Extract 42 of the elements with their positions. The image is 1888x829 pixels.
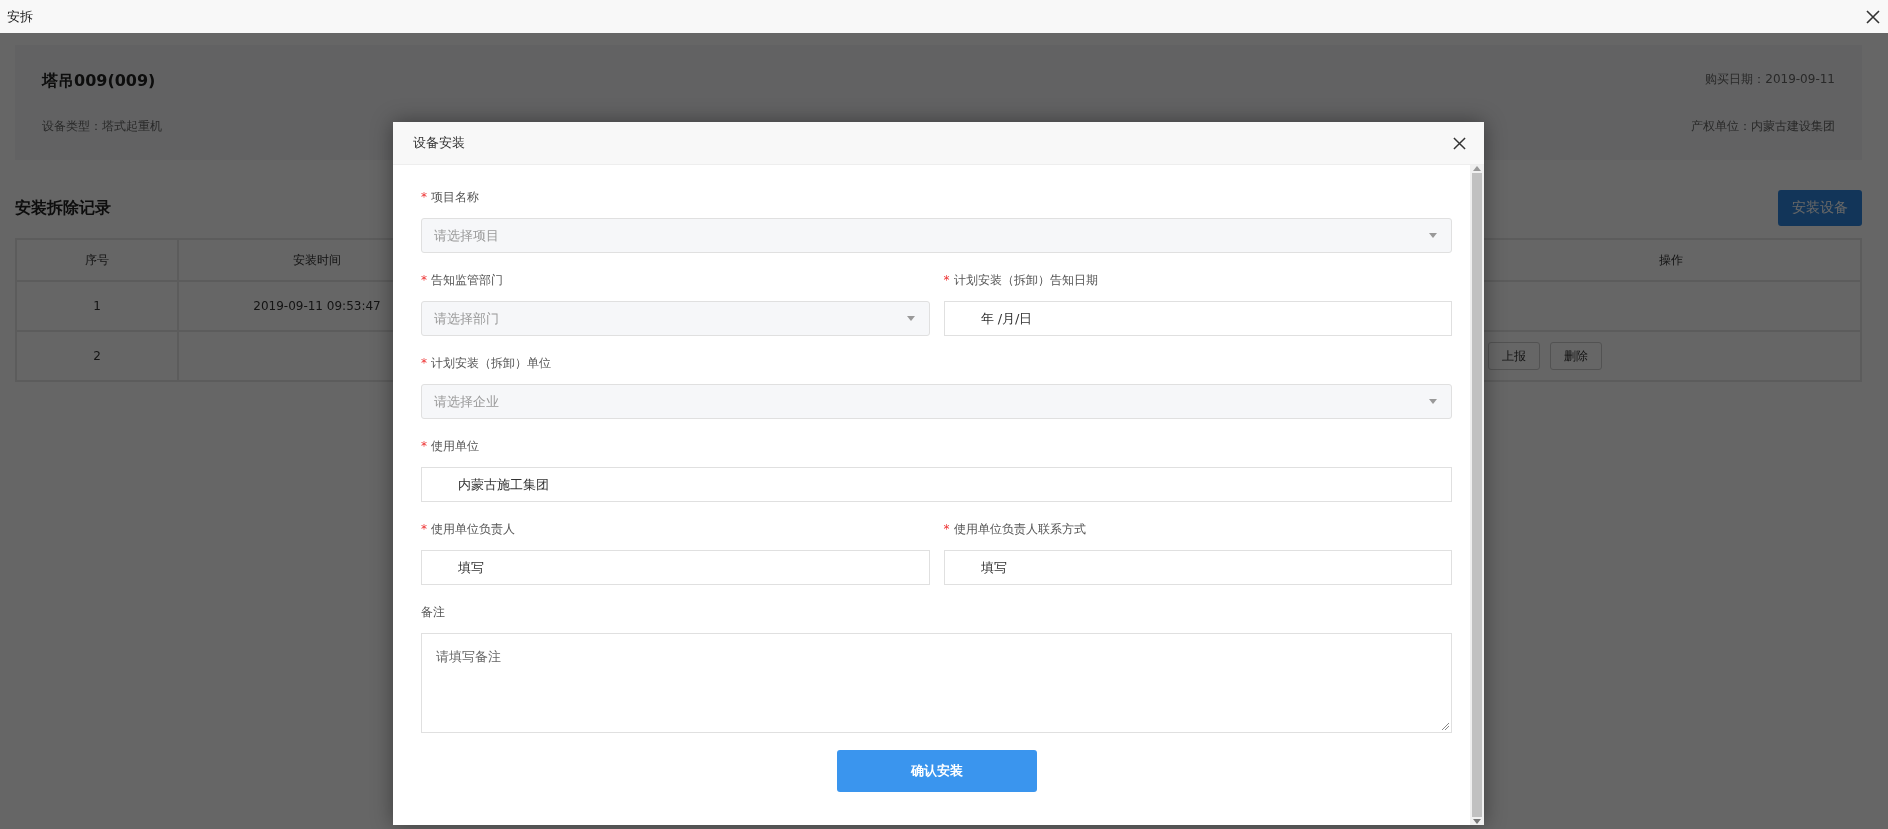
required-mark: * (943, 522, 950, 536)
equipment-name: 塔吊009(009) (42, 70, 157, 92)
field-label: * 项目名称 (421, 188, 480, 206)
field-label: * 使用单位负责人 (421, 520, 516, 538)
window-title: 安拆 (7, 7, 33, 26)
install-button[interactable]: 安装设备 (1778, 190, 1862, 226)
required-mark: * (943, 273, 950, 287)
caret-down-icon (906, 316, 915, 321)
select-field[interactable]: 请选择部门 (421, 301, 930, 336)
close-icon[interactable] (1864, 7, 1882, 26)
scrollbar[interactable] (1470, 165, 1484, 825)
input-field[interactable]: 填写 (943, 550, 1452, 585)
select-field[interactable]: 请选择项目 (421, 218, 1452, 253)
required-mark: * (421, 190, 427, 204)
close-icon[interactable] (1450, 134, 1468, 152)
resize-handle-icon[interactable] (1442, 723, 1449, 730)
required-mark: * (421, 356, 427, 370)
dialog-title: 设备安装 (413, 134, 465, 152)
table-cell: 1 (16, 281, 178, 331)
table-cell: 2 (16, 331, 178, 381)
field-label: * 计划安装（拆卸）告知日期 (943, 271, 1099, 289)
column-header: 操作 (1481, 239, 1861, 281)
required-mark: * (421, 439, 427, 453)
input-field[interactable]: 内蒙古施工集团 (421, 467, 1452, 502)
date-field[interactable]: 年 /月/日 (943, 301, 1452, 336)
select-field[interactable]: 请选择企业 (421, 384, 1452, 419)
input-field[interactable]: 填写 (421, 550, 930, 585)
field-label: * 计划安装（拆卸）单位 (421, 354, 552, 372)
scroll-up-arrow-icon[interactable] (1473, 165, 1481, 171)
field-label: 备注 (421, 603, 446, 621)
required-mark: * (421, 522, 427, 536)
action-button[interactable]: 删除 (1550, 342, 1602, 370)
action-button[interactable]: 上报 (1488, 342, 1540, 370)
caret-down-icon (1429, 233, 1437, 238)
column-header: 序号 (16, 239, 178, 281)
caret-down-icon (1429, 399, 1437, 404)
textarea-field[interactable]: 请填写备注 (421, 633, 1452, 733)
scroll-down-arrow-icon[interactable] (1473, 819, 1481, 825)
field-label: * 使用单位负责人联系方式 (943, 520, 1087, 538)
confirm-button[interactable]: 确认安装 (836, 750, 1037, 792)
section-title: 安装拆除记录 (15, 197, 111, 219)
field-label: * 使用单位 (421, 437, 480, 455)
